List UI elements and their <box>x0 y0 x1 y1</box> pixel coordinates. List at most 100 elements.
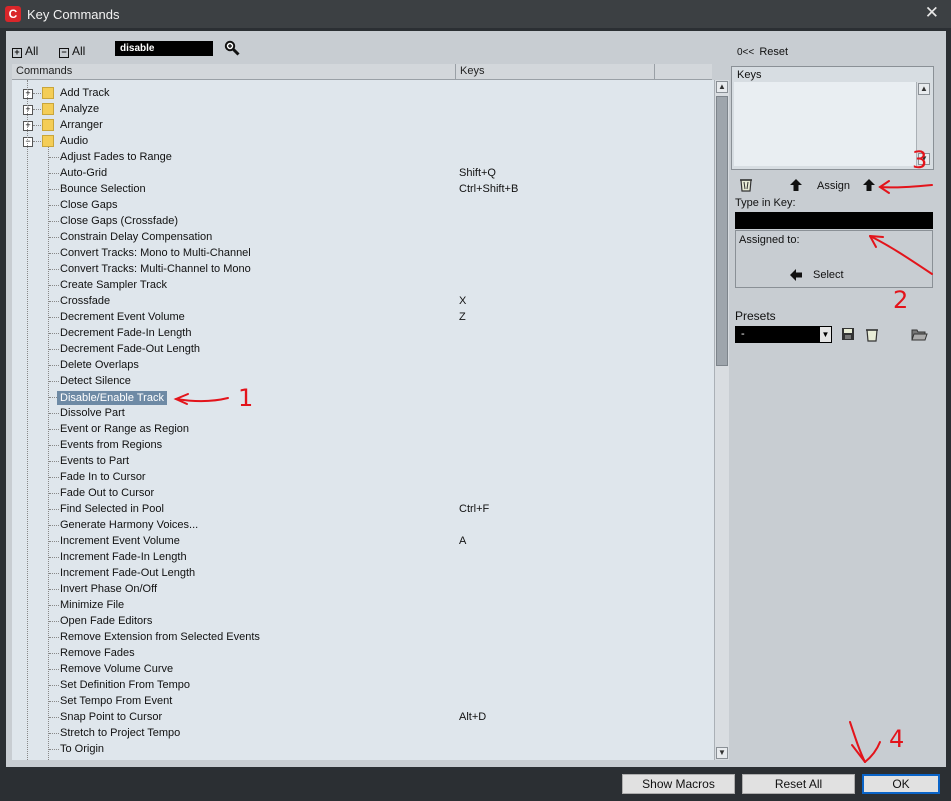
tree-folder-row[interactable]: + Add Track <box>12 85 712 101</box>
scroll-thumb[interactable] <box>716 96 728 366</box>
command-label: Increment Fade-In Length <box>60 551 187 563</box>
tree-item-row[interactable]: Stretch to Project Tempo <box>12 725 712 741</box>
tree-item-row[interactable]: Generate Harmony Voices... <box>12 517 712 533</box>
tree-item-row[interactable]: Invert Phase On/Off <box>12 581 712 597</box>
tree-item-row[interactable]: Constrain Delay Compensation <box>12 229 712 245</box>
tree-item-row[interactable]: Delete Overlaps <box>12 357 712 373</box>
tree-item-row[interactable]: Decrement Fade-In Length <box>12 325 712 341</box>
command-label: Auto-Grid <box>60 167 108 179</box>
tree-item-row[interactable]: Fade In to Cursor <box>12 469 712 485</box>
command-label: Snap Point to Cursor <box>60 711 163 723</box>
expand-all-button[interactable]: + All <box>12 44 38 58</box>
commands-column-header[interactable]: Commands <box>16 65 72 77</box>
tree-item-row[interactable]: Increment Fade-In Length <box>12 549 712 565</box>
command-label: To Origin <box>60 743 105 755</box>
command-label: Decrement Event Volume <box>60 311 185 323</box>
shortcut-key: Ctrl+F <box>459 503 490 515</box>
tree-item-row[interactable]: Fade Out to Cursor <box>12 485 712 501</box>
tree-item-row[interactable]: Remove Volume Curve <box>12 661 712 677</box>
ok-button[interactable]: OK <box>862 774 940 794</box>
tree-item-row[interactable]: Find Selected in Pool Ctrl+F <box>12 501 712 517</box>
tree-item-row[interactable]: To Origin <box>12 741 712 757</box>
reset-button[interactable]: 0<< Reset <box>737 46 788 58</box>
command-label: Set Definition From Tempo <box>60 679 191 691</box>
scroll-up-icon[interactable]: ▲ <box>918 83 930 95</box>
tree-item-row[interactable]: Snap Point to Cursor Alt+D <box>12 709 712 725</box>
tree-item-row[interactable]: Decrement Event Volume Z <box>12 309 712 325</box>
keys-box-scrollbar[interactable]: ▲ ▼ <box>916 82 931 166</box>
close-icon[interactable]: ✕ <box>925 3 939 23</box>
tree-item-row[interactable]: Close Gaps <box>12 197 712 213</box>
shortcut-key: A <box>459 535 467 547</box>
type-in-key-field[interactable] <box>735 212 933 229</box>
keys-box-header: Keys <box>737 69 762 81</box>
tree-item-row[interactable]: Detect Silence <box>12 373 712 389</box>
save-preset-icon[interactable] <box>841 327 855 341</box>
tree-item-row[interactable]: Dissolve Part <box>12 405 712 421</box>
search-input[interactable]: disable <box>115 41 213 56</box>
tree-item-row[interactable]: Events to Part <box>12 453 712 469</box>
tree-item-row[interactable]: Auto-Grid Shift+Q <box>12 165 712 181</box>
tree-connector <box>48 147 49 760</box>
tree-item-row[interactable]: Convert Tracks: Mono to Multi-Channel <box>12 245 712 261</box>
commands-scrollbar[interactable]: ▲ ▼ <box>714 80 729 760</box>
arrow-up-icon[interactable] <box>789 178 803 192</box>
assigned-to-label: Assigned to: <box>739 234 800 246</box>
tree-item-row[interactable]: Decrement Fade-Out Length <box>12 341 712 357</box>
search-icon[interactable] <box>224 40 240 56</box>
tree-connector <box>49 605 59 606</box>
scroll-down-icon[interactable]: ▼ <box>918 153 930 165</box>
select-button[interactable]: Select <box>813 269 844 281</box>
reset-all-button[interactable]: Reset All <box>742 774 855 794</box>
shortcut-key: Z <box>459 311 466 323</box>
tree-item-row[interactable]: Event or Range as Region <box>12 421 712 437</box>
tree-item-row[interactable]: Increment Fade-Out Length <box>12 565 712 581</box>
tree-connector <box>49 493 59 494</box>
show-macros-button[interactable]: Show Macros <box>622 774 735 794</box>
folder-open-icon[interactable] <box>911 328 928 341</box>
chevron-down-icon[interactable]: ▼ <box>820 327 831 342</box>
tree-item-row[interactable]: Adjust Fades to Range <box>12 149 712 165</box>
tree-item-row[interactable]: Increment Event Volume A <box>12 533 712 549</box>
minus-box-icon: − <box>59 48 69 58</box>
tree-connector <box>49 429 59 430</box>
tree-connector <box>49 653 59 654</box>
delete-key-icon[interactable] <box>739 177 753 192</box>
expand-icon[interactable]: + <box>23 89 33 99</box>
tree-item-row[interactable]: Close Gaps (Crossfade) <box>12 213 712 229</box>
tree-item-row[interactable]: Minimize File <box>12 597 712 613</box>
tree-item-row[interactable]: Set Tempo From Event <box>12 693 712 709</box>
tree-item-row[interactable]: Remove Extension from Selected Events <box>12 629 712 645</box>
tree-item-row[interactable]: Create Sampler Track <box>12 277 712 293</box>
tree-connector <box>49 253 59 254</box>
tree-folder-row[interactable]: + Arranger <box>12 117 712 133</box>
expand-icon[interactable]: + <box>23 105 33 115</box>
tree-connector <box>33 125 41 126</box>
scroll-down-icon[interactable]: ▼ <box>716 747 728 759</box>
assigned-keys-list[interactable] <box>734 82 916 166</box>
tree-item-row[interactable]: Set Definition From Tempo <box>12 677 712 693</box>
tree-item-row[interactable]: Open Fade Editors <box>12 613 712 629</box>
tree-item-row[interactable]: Remove Fades <box>12 645 712 661</box>
tree-item-row[interactable]: Bounce Selection Ctrl+Shift+B <box>12 181 712 197</box>
tree-connector <box>33 141 41 142</box>
tree-item-row[interactable]: Disable/Enable Track <box>12 389 712 405</box>
delete-preset-icon[interactable] <box>865 327 879 342</box>
collapse-icon[interactable]: − <box>23 137 33 147</box>
tree-item-row[interactable]: Crossfade X <box>12 293 712 309</box>
tree-folder-row[interactable]: + Analyze <box>12 101 712 117</box>
scroll-up-icon[interactable]: ▲ <box>716 81 728 93</box>
arrow-left-icon[interactable] <box>789 268 803 282</box>
tree-folder-row[interactable]: − Audio <box>12 133 712 149</box>
presets-dropdown[interactable]: - ▼ <box>735 326 832 343</box>
column-divider[interactable] <box>455 64 456 79</box>
expand-icon[interactable]: + <box>23 121 33 131</box>
column-divider[interactable] <box>654 64 655 79</box>
tree-item-row[interactable]: Events from Regions <box>12 437 712 453</box>
selected-command-label: Disable/Enable Track <box>57 391 167 405</box>
collapse-all-button[interactable]: − All <box>59 44 85 58</box>
tree-item-row[interactable]: Convert Tracks: Multi-Channel to Mono <box>12 261 712 277</box>
keys-column-header[interactable]: Keys <box>460 65 484 77</box>
assign-button[interactable]: Assign <box>817 180 850 192</box>
arrow-up-icon[interactable] <box>862 178 876 192</box>
